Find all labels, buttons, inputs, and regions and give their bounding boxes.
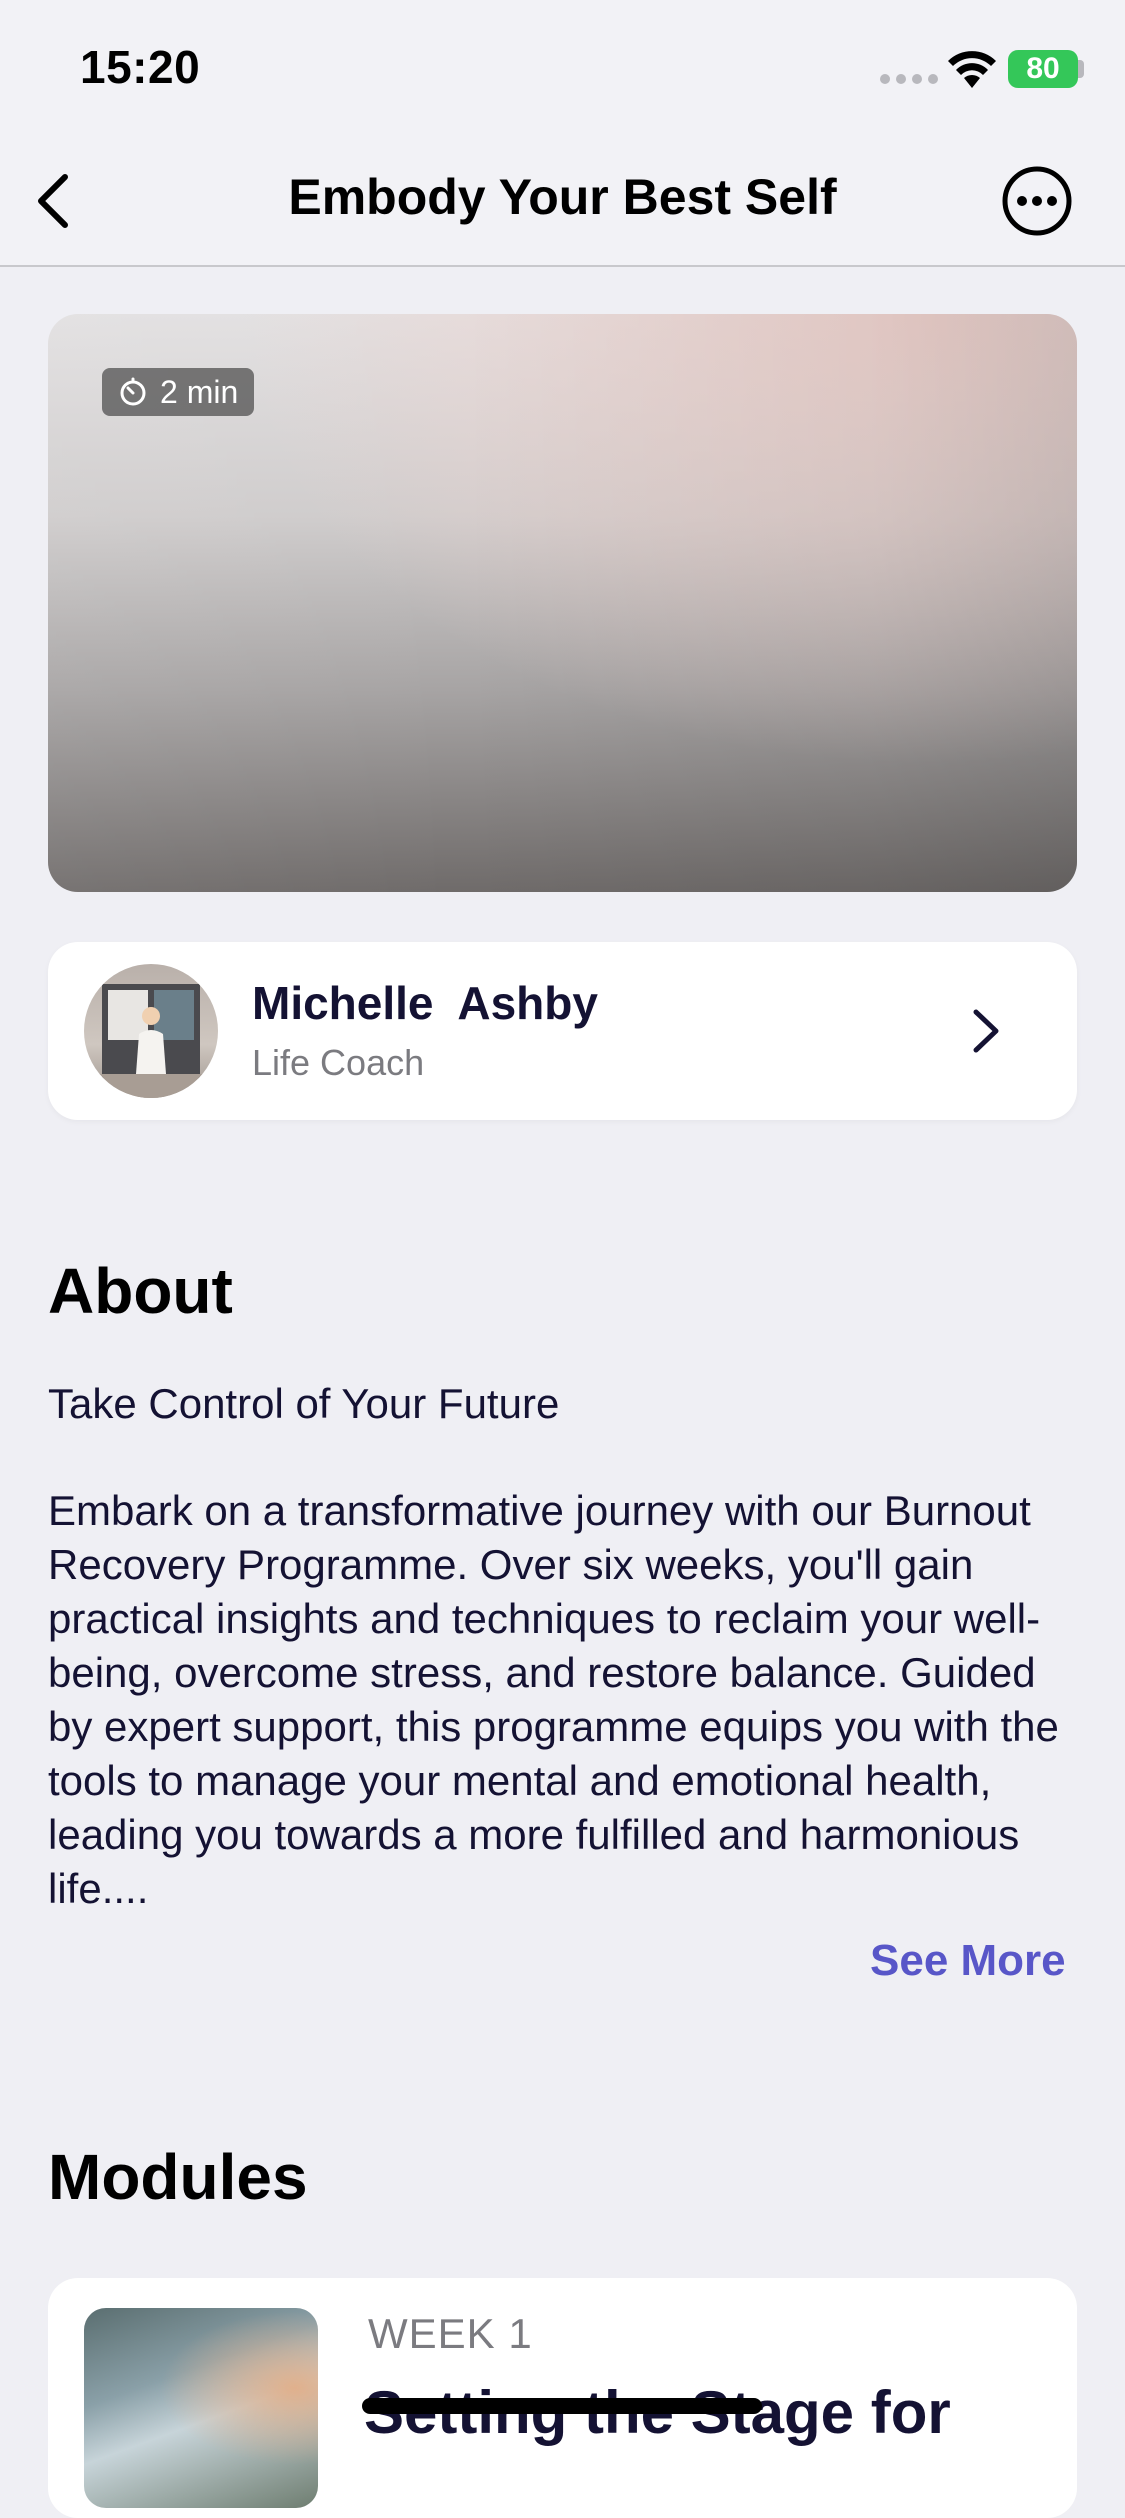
coach-name: Michelle Ashby	[252, 977, 598, 1029]
chevron-left-icon	[38, 174, 68, 228]
coach-card[interactable]: Michelle Ashby Life Coach	[48, 942, 1077, 1120]
coach-role: Life Coach	[252, 1042, 425, 1083]
duration-text: 2 min	[160, 373, 239, 410]
status-bar: 15:20 80	[0, 0, 1125, 140]
duration-badge: 2 min	[102, 368, 255, 416]
cellular-signal-icon	[880, 74, 938, 84]
module-thumbnail	[84, 2308, 318, 2508]
battery-nub	[1078, 60, 1084, 78]
coach-avatar	[84, 964, 218, 1098]
video-thumbnail[interactable]: 2 min	[48, 314, 1077, 892]
about-description: Embark on a transformative journey with …	[48, 1487, 1059, 1912]
nav-bar: Embody Your Best Self	[0, 140, 1125, 267]
home-indicator	[362, 2398, 762, 2414]
see-more-link[interactable]: See More	[870, 1936, 1066, 1986]
battery-level: 80	[1026, 52, 1060, 85]
about-heading: About	[48, 1255, 233, 1327]
timer-icon	[120, 377, 146, 406]
page-title: Embody Your Best Self	[288, 169, 837, 225]
about-subtitle: Take Control of Your Future	[48, 1380, 560, 1427]
more-options-button[interactable]	[1000, 164, 1074, 238]
module-week-label: WEEK 1	[368, 2310, 533, 2357]
chevron-right-icon	[973, 1009, 999, 1053]
coach-photo	[84, 984, 218, 1098]
battery-icon: 80	[1008, 50, 1078, 88]
status-time: 15:20	[80, 41, 201, 93]
wifi-icon	[948, 51, 996, 88]
back-button[interactable]	[18, 166, 88, 236]
modules-heading: Modules	[48, 2141, 308, 2213]
